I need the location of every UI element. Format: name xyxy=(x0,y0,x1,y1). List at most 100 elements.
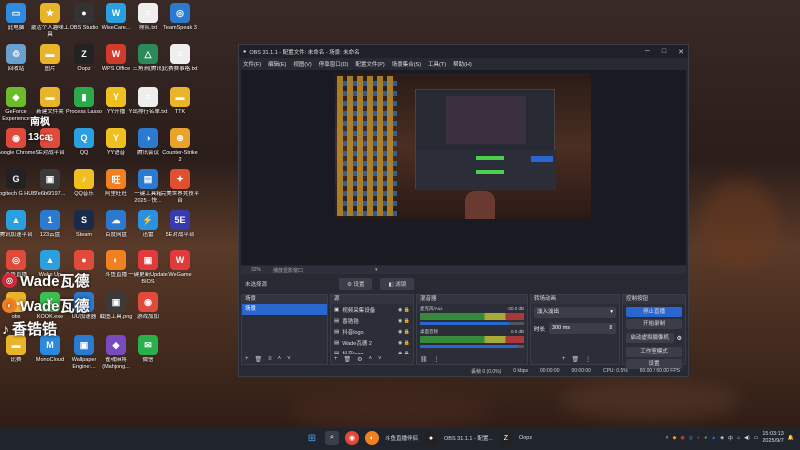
trash-icon[interactable]: 🗑 xyxy=(344,356,352,363)
app-icon: Q xyxy=(74,128,94,148)
transitions-dock: 转场动画 淡入淡出 ▾ 时长 300 ms ⇕ + 🗑 ⋮ xyxy=(530,294,620,365)
add-icon[interactable]: + xyxy=(334,356,338,362)
app-icon: 旺 xyxy=(106,169,126,189)
more-icon[interactable]: ⋮ xyxy=(434,356,440,363)
preview-toolbar: 32% 播放显影窗口 ▾ xyxy=(241,266,686,274)
menu-item[interactable]: 配置文件(P) xyxy=(355,60,384,68)
minimize-icon[interactable]: ─ xyxy=(645,48,650,56)
search-icon[interactable]: ⌕ xyxy=(325,431,339,445)
volume-slider-2[interactable] xyxy=(420,345,524,348)
taskbar-app-obs[interactable]: OBS 31.1.1 - 配置... xyxy=(444,434,493,442)
chevron-up-icon[interactable]: ˄ xyxy=(666,435,669,441)
gear-icon[interactable]: ⚙ xyxy=(677,335,682,342)
add-icon[interactable]: + xyxy=(245,356,249,362)
app-icon: Y xyxy=(106,87,126,107)
menu-item[interactable]: 停靠窗口(D) xyxy=(319,60,349,68)
taskbar-app-douyu[interactable]: 斗鱼直播伴侣 xyxy=(385,434,418,442)
desktop-icon[interactable]: ✉ 微信 xyxy=(128,334,168,378)
desktop-icon[interactable]: 5E 5E对战平台 xyxy=(160,209,200,253)
maximize-icon[interactable]: □ xyxy=(662,48,666,56)
source-item[interactable]: ▤ Wade瓦德 2 ◉ 🔒 xyxy=(331,337,413,348)
desktop-icon[interactable]: ▬ TTK xyxy=(160,86,200,130)
visibility-icon[interactable]: ◉ 🔒 xyxy=(398,351,410,355)
douyu-icon[interactable]: ◐ xyxy=(365,431,379,445)
taskbar-app-oopz[interactable]: Oopz xyxy=(519,435,532,441)
battery-icon[interactable]: ▭ xyxy=(754,435,759,441)
desktop-icon[interactable]: W WeGame xyxy=(160,249,200,293)
tray-app-icon[interactable]: ◆ xyxy=(673,435,677,441)
scene-item[interactable]: 场景 xyxy=(242,304,327,315)
zoom-mode[interactable]: 播放显影窗口 xyxy=(273,267,303,274)
transitions-title: 转场动画 xyxy=(531,295,619,304)
title-bar[interactable]: ● OBS 31.1.1 - 配置文件: 未命名 - 场景: 未命名 ─ □ ✕ xyxy=(239,45,688,58)
more-icon[interactable]: ⋮ xyxy=(585,356,591,363)
network-icon[interactable]: ⌂ xyxy=(737,435,740,441)
close-icon[interactable]: ✕ xyxy=(678,48,684,56)
add-icon[interactable]: + xyxy=(562,356,566,362)
tray-app-icon[interactable]: ◉ xyxy=(680,435,684,441)
ime-indicator[interactable]: 中 xyxy=(728,435,733,442)
down-icon[interactable]: ˅ xyxy=(287,356,291,362)
desktop-icon[interactable]: ◎ TeamSpeak 3 xyxy=(160,2,200,46)
start-recording-button[interactable]: 开始录制 xyxy=(626,319,682,329)
tray-app-icon[interactable]: ◐ xyxy=(697,435,700,441)
oopz-icon[interactable]: Z xyxy=(498,431,513,445)
studio-mode-button[interactable]: 工作室模式 xyxy=(626,347,682,357)
menu-item[interactable]: 帮助(H) xyxy=(453,60,472,68)
chevron-down-icon[interactable]: ▾ xyxy=(375,267,378,273)
source-item[interactable]: ▤抖音logo ◉ 🔒 xyxy=(331,348,413,355)
menu-item[interactable]: 编辑(E) xyxy=(268,60,286,68)
windows-start-icon[interactable]: ⊞ xyxy=(305,431,319,445)
volume-slider-1[interactable] xyxy=(420,322,524,325)
visibility-icon[interactable]: ◉ 🔒 xyxy=(398,318,410,324)
source-toolbar: 未选择源 ⚙ 设置 ◧ 滤镜 xyxy=(241,276,686,291)
source-item[interactable]: ▣ 视频采集设备 ◉ 🔒 xyxy=(331,304,413,315)
preview-canvas[interactable] xyxy=(241,70,686,265)
tray-app-icon[interactable]: ◎ xyxy=(689,435,693,441)
notification-icon[interactable]: 🔔 xyxy=(788,435,794,441)
stop-streaming-button[interactable]: 停止直播 xyxy=(626,307,682,317)
image-icon: ▤ xyxy=(334,350,340,355)
properties-button[interactable]: ⚙ 设置 xyxy=(339,277,373,290)
filters-button[interactable]: ◧ 滤镜 xyxy=(380,277,415,290)
up-icon[interactable]: ˄ xyxy=(369,356,373,362)
visibility-icon[interactable]: ◉ 🔒 xyxy=(398,329,410,335)
visibility-icon[interactable]: ◉ 🔒 xyxy=(398,340,410,346)
app-icon: 1 xyxy=(40,210,60,230)
menu-item[interactable]: 视图(V) xyxy=(293,60,311,68)
desktop-icon[interactable] xyxy=(160,291,200,335)
list-icon[interactable]: ≡ xyxy=(268,356,272,362)
trash-icon[interactable]: 🗑 xyxy=(255,356,263,363)
app-icon: ▬ xyxy=(40,44,60,64)
down-icon[interactable]: ˅ xyxy=(378,356,382,362)
gear-icon[interactable]: ⚙ xyxy=(357,356,362,363)
trash-icon[interactable]: 🗑 xyxy=(571,356,579,363)
menu-item[interactable]: 工具(T) xyxy=(428,60,446,68)
clock[interactable]: 15:03:13 2025/9/7 xyxy=(762,431,783,445)
source-item[interactable]: ▤ 香锆锆 ◉ 🔒 xyxy=(331,315,413,326)
desktop-icon[interactable]: ⊕ Counter-Strike 2 xyxy=(160,127,200,171)
source-item[interactable]: ▤抖音logo ◉ 🔒 xyxy=(331,326,413,337)
tray-app-icon[interactable]: ▲ xyxy=(711,435,716,441)
obs-window[interactable]: ● OBS 31.1.1 - 配置文件: 未命名 - 场景: 未命名 ─ □ ✕… xyxy=(238,44,689,377)
volume-icon[interactable]: ◀) xyxy=(744,435,750,441)
douyu-icon: ◐ xyxy=(2,298,17,313)
stepper-icon[interactable]: ⇕ xyxy=(608,323,613,334)
chrome-icon[interactable]: ◉ xyxy=(345,431,359,445)
overlay-wade-2: ◐ Wade瓦德 xyxy=(2,295,89,316)
duration-input[interactable]: 300 ms ⇕ xyxy=(549,323,616,334)
start-virtual-camera-button[interactable]: 启动虚拟摄像机 xyxy=(626,333,674,343)
link-icon[interactable]: ⛓ xyxy=(420,356,428,363)
tray-app-icon[interactable]: ◈ xyxy=(720,435,724,441)
obs-icon[interactable]: ● xyxy=(424,431,439,445)
tray-app-icon[interactable]: ● xyxy=(704,435,707,441)
up-icon[interactable]: ˄ xyxy=(278,356,282,362)
zoom-level[interactable]: 32% xyxy=(251,267,261,273)
app-icon: ◆ xyxy=(6,87,26,107)
visibility-icon[interactable]: ◉ 🔒 xyxy=(398,307,410,313)
desktop-icon[interactable]: ✦ 完美世界竞技平台 xyxy=(160,168,200,212)
menu-item[interactable]: 场景集合(S) xyxy=(392,60,421,68)
desktop-icon[interactable]: ≡ 比赛赛事格.txt xyxy=(160,43,200,87)
transition-select[interactable]: 淡入淡出 ▾ xyxy=(534,307,616,318)
menu-item[interactable]: 文件(F) xyxy=(243,60,261,68)
